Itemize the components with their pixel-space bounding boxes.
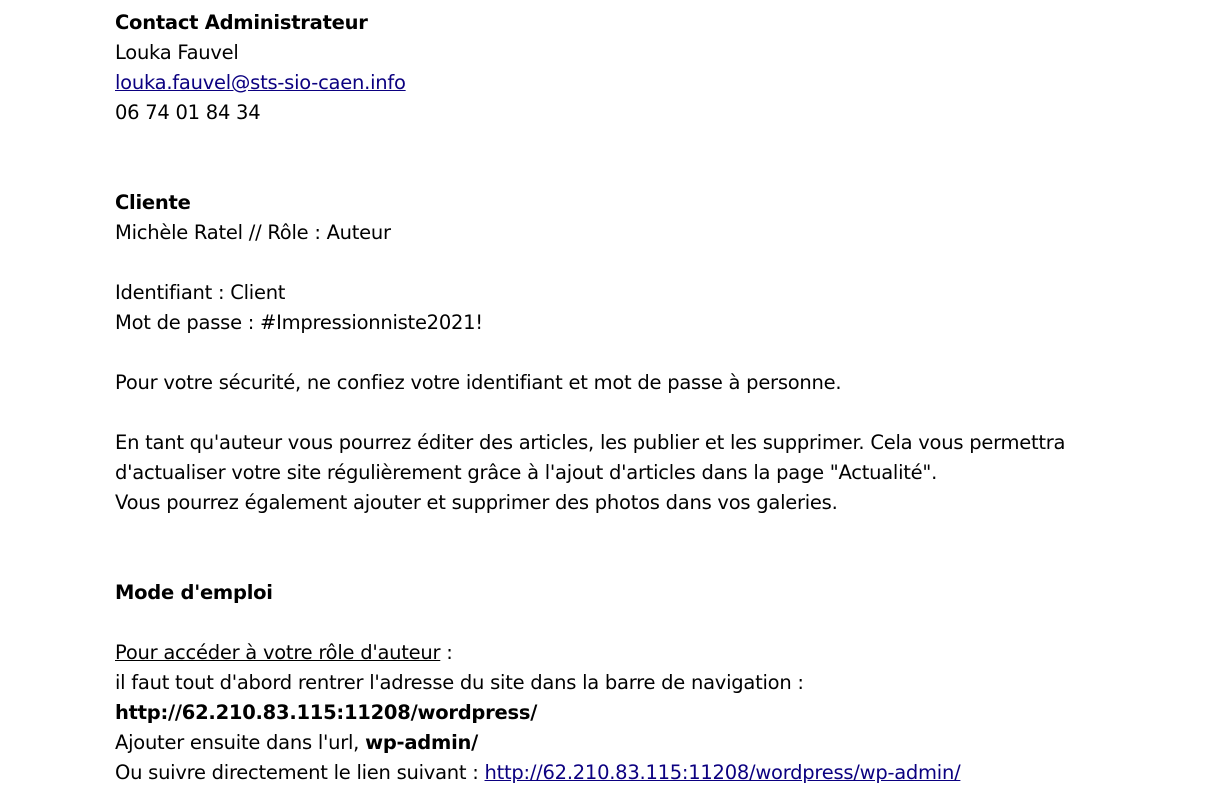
client-name-role: Michèle Ratel // Rôle : Auteur [115, 221, 391, 244]
author-description-line-3: Vous pourrez également ajouter et suppri… [115, 491, 838, 514]
step-3-prefix: Ou suivre directement le lien suivant : [115, 761, 485, 784]
author-description-line-1: En tant qu'auteur vous pourrez éditer de… [115, 431, 1066, 454]
site-url: http://62.210.83.115:11208/wordpress/ [115, 701, 538, 724]
client-password: Mot de passe : #Impressionniste2021! [115, 311, 483, 334]
admin-name: Louka Fauvel [115, 41, 239, 64]
step-1-text: il faut tout d'abord rentrer l'adresse d… [115, 671, 804, 694]
client-heading: Cliente [115, 191, 191, 214]
access-title-colon: : [440, 641, 453, 664]
author-description-line-2: d'actualiser votre site régulièrement gr… [115, 461, 938, 484]
admin-contact-heading: Contact Administrateur [115, 11, 368, 34]
manual-heading: Mode d'emploi [115, 581, 273, 604]
access-title: Pour accéder à votre rôle d'auteur [115, 641, 441, 664]
step-2-wp-admin: wp-admin/ [365, 731, 479, 754]
access-title-line: Pour accéder à votre rôle d'auteur : [115, 638, 1195, 668]
admin-url-link[interactable]: http://62.210.83.115:11208/wordpress/wp-… [485, 761, 961, 784]
admin-email-link[interactable]: louka.fauvel@sts-sio-caen.info [115, 71, 406, 94]
security-notice: Pour votre sécurité, ne confiez votre id… [115, 371, 842, 394]
document-page: Contact Administrateur Louka Fauvel louk… [115, 8, 1195, 788]
step-2-prefix: Ajouter ensuite dans l'url, [115, 731, 366, 754]
step-3-line: Ou suivre directement le lien suivant : … [115, 758, 1195, 788]
step-2-line: Ajouter ensuite dans l'url, wp-admin/ [115, 728, 1195, 758]
client-identifier: Identifiant : Client [115, 281, 286, 304]
admin-phone: 06 74 01 84 34 [115, 101, 261, 124]
